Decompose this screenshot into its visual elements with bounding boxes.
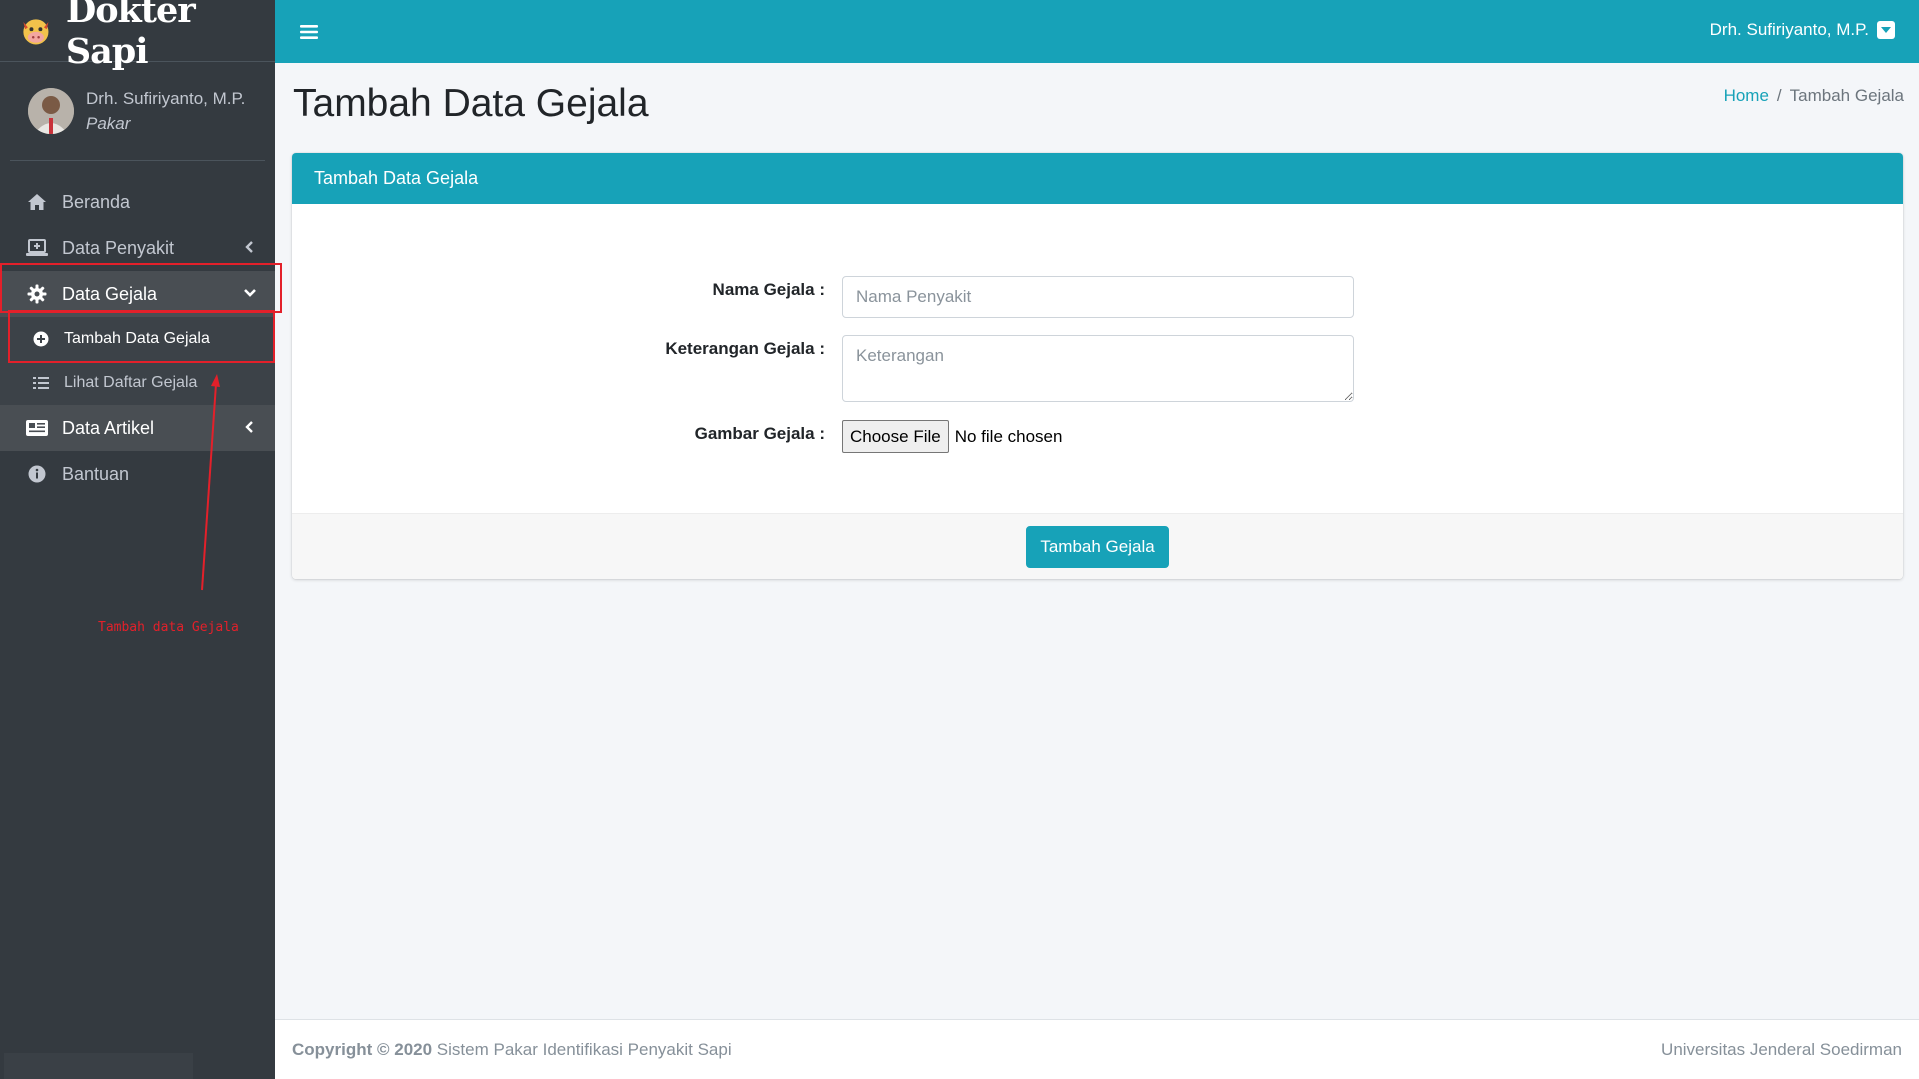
brand-name: Dokter Sapi (65, 0, 196, 72)
user-name: Drh. Sufiriyanto, M.P. (86, 89, 246, 108)
chevron-left-icon (245, 421, 253, 433)
chevron-left-icon (245, 241, 253, 253)
annotation-label: Tambah data Gejala (98, 620, 239, 635)
annotation-box-group (0, 263, 282, 313)
page-title: Tambah Data Gejala (293, 82, 649, 125)
footer-institution: Universitas Jenderal Soedirman (1661, 1039, 1902, 1059)
page-footer: Copyright © 2020 Sistem Pakar Identifika… (275, 1019, 1919, 1079)
sidebar-item-data-artikel[interactable]: Data Artikel (0, 405, 275, 451)
user-role: Pakar (86, 114, 131, 133)
newspaper-icon (26, 417, 48, 439)
breadcrumb-current: Tambah Gejala (1789, 86, 1904, 105)
avatar[interactable] (28, 88, 74, 134)
file-status: No file chosen (954, 426, 1063, 446)
choose-file-button[interactable]: Choose File (842, 420, 949, 453)
card-title: Tambah Data Gejala (292, 153, 1903, 204)
nama-gejala-label: Nama Gejala : (712, 280, 825, 299)
footer-app-name: Sistem Pakar Identifikasi Penyakit Sapi (436, 1039, 732, 1059)
user-dropdown[interactable]: Drh. Sufiriyanto, M.P. (1710, 20, 1895, 40)
sidebar-item-label: Bantuan (62, 463, 130, 484)
brand[interactable]: Dokter Sapi (0, 0, 275, 72)
gambar-gejala-label: Gambar Gejala : (694, 424, 825, 443)
hamburger-menu-icon[interactable] (299, 22, 319, 42)
card-body: Nama Gejala : Keterangan Gejala : Gambar… (292, 204, 1903, 513)
sidebar-item-label: Beranda (62, 191, 131, 212)
user-panel[interactable]: Drh. Sufiriyanto, M.P. Pakar (10, 62, 265, 161)
sidebar: Dokter Sapi Drh. Sufiriyanto, M.P. Pakar… (0, 0, 282, 1079)
nama-gejala-input[interactable] (842, 276, 1354, 318)
breadcrumb-home-link[interactable]: Home (1724, 86, 1769, 105)
keterangan-gejala-label: Keterangan Gejala : (665, 339, 825, 358)
sidebar-scrollbar[interactable] (4, 1053, 193, 1079)
sidebar-item-label: Data Artikel (62, 417, 155, 438)
topbar: Drh. Sufiriyanto, M.P. (275, 0, 1919, 63)
annotation-arrow-icon (201, 374, 220, 591)
home-icon (26, 191, 48, 213)
card-footer: Tambah Gejala (292, 513, 1903, 579)
breadcrumb-separator: / (1776, 86, 1782, 105)
sidebar-item-lihat-gejala[interactable]: Lihat Daftar Gejala (0, 361, 275, 405)
info-circle-icon (26, 463, 48, 485)
caret-down-icon (1877, 21, 1895, 39)
topbar-user-name: Drh. Sufiriyanto, M.P. (1709, 20, 1869, 39)
laptop-medical-icon (26, 237, 48, 259)
annotation-box-subitem (8, 310, 275, 363)
list-icon (32, 374, 50, 392)
tambah-gejala-button[interactable]: Tambah Gejala (1026, 525, 1169, 568)
breadcrumb: Home / Tambah Gejala (1724, 86, 1904, 106)
sidebar-item-beranda[interactable]: Beranda (0, 179, 275, 225)
sidebar-subitem-label: Lihat Daftar Gejala (64, 374, 198, 391)
cow-logo-icon (23, 18, 49, 44)
keterangan-gejala-textarea[interactable] (842, 335, 1354, 402)
avatar-photo-icon (28, 88, 74, 134)
sidebar-item-bantuan[interactable]: Bantuan (0, 451, 275, 497)
form-card: Tambah Data Gejala Nama Gejala : Keteran… (292, 153, 1903, 579)
sidebar-item-label: Data Penyakit (62, 237, 175, 258)
footer-copyright: Copyright © 2020 (292, 1039, 433, 1059)
file-input: Choose File No file chosen (842, 420, 1062, 453)
